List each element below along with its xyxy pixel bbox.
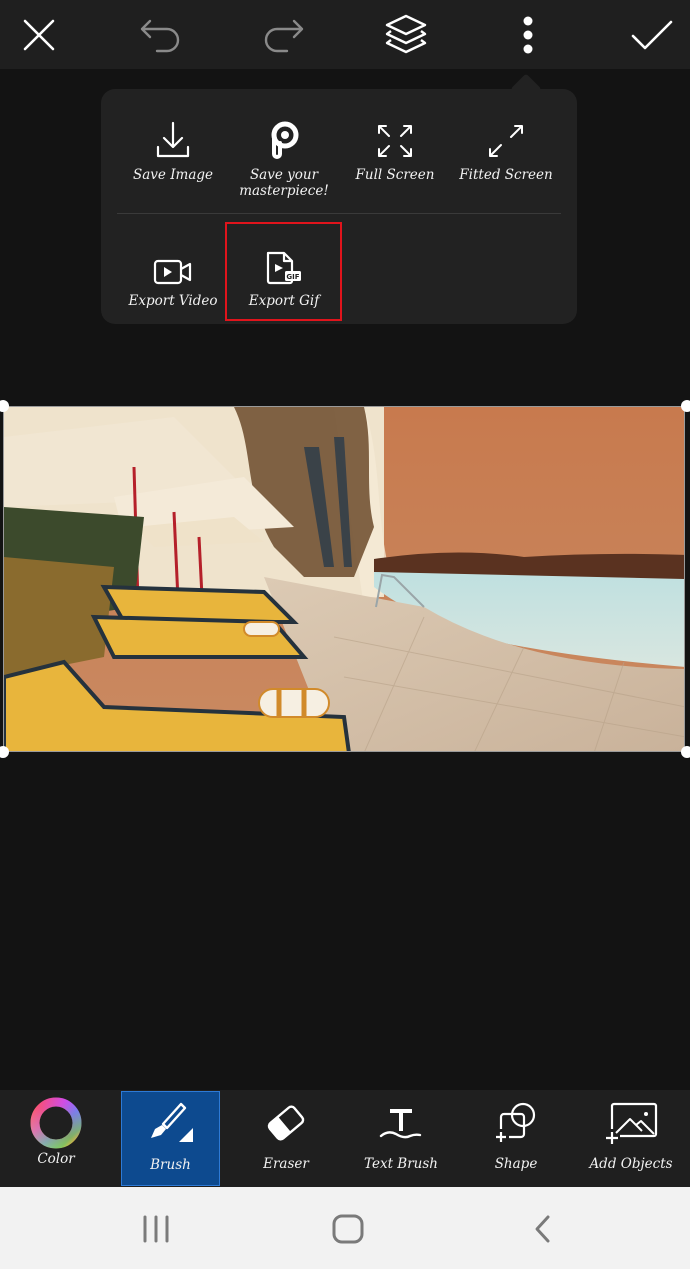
picsart-logo-icon: [271, 121, 299, 159]
recent-apps-icon: [143, 1215, 169, 1243]
layers-button[interactable]: [378, 10, 434, 60]
fullscreen-icon: [378, 125, 412, 157]
canvas-image[interactable]: [3, 406, 685, 752]
resize-handle-top-right[interactable]: [681, 400, 690, 412]
tool-add-objects[interactable]: Add Objects: [575, 1091, 687, 1186]
tool-eraser[interactable]: Eraser: [230, 1091, 342, 1186]
menu-item-label: Full Screen: [355, 167, 435, 183]
top-toolbar: [0, 0, 690, 69]
text-brush-icon: [379, 1109, 422, 1139]
recent-apps-button[interactable]: [126, 1207, 186, 1251]
redo-icon: [264, 19, 304, 53]
menu-item-full-screen[interactable]: Full Screen: [339, 111, 451, 183]
menu-item-export-video[interactable]: Export Video: [117, 237, 229, 309]
redo-button[interactable]: [255, 10, 311, 60]
back-icon: [535, 1215, 550, 1243]
more-options-button[interactable]: [500, 10, 556, 60]
more-vertical-icon: [523, 16, 533, 54]
resize-handle-bottom-left[interactable]: [0, 746, 9, 758]
add-image-icon: [606, 1102, 658, 1144]
tool-label: Add Objects: [589, 1156, 673, 1172]
system-nav-bar: [0, 1187, 690, 1269]
tool-text-brush[interactable]: Text Brush: [345, 1091, 457, 1186]
home-icon: [332, 1214, 364, 1244]
tool-shape[interactable]: Shape: [460, 1091, 572, 1186]
menu-item-label: Save Image: [132, 167, 214, 183]
checkmark-icon: [631, 20, 673, 50]
video-camera-icon: [153, 259, 192, 285]
back-button[interactable]: [512, 1207, 572, 1251]
menu-item-label: Save your masterpiece!: [239, 167, 329, 199]
menu-item-label: Fitted Screen: [459, 167, 553, 183]
brush-icon: [150, 1102, 193, 1142]
photo-artwork: [4, 407, 684, 751]
undo-icon: [140, 19, 180, 53]
eraser-icon: [267, 1105, 305, 1141]
undo-button[interactable]: [133, 10, 189, 60]
fit-screen-icon: [489, 125, 523, 157]
close-button[interactable]: [11, 10, 67, 60]
resize-handle-bottom-right[interactable]: [681, 746, 690, 758]
tool-bar: Color Brush Eraser Text Brush Shape Add …: [0, 1090, 690, 1187]
home-button[interactable]: [318, 1207, 378, 1251]
menu-divider: [117, 213, 561, 214]
tool-brush[interactable]: Brush: [121, 1091, 220, 1186]
tool-label: Eraser: [263, 1156, 309, 1172]
layers-icon: [385, 14, 427, 54]
highlight-box: [225, 222, 342, 321]
menu-item-fitted-screen[interactable]: Fitted Screen: [450, 111, 562, 183]
tool-label: Color: [37, 1151, 75, 1167]
tool-color[interactable]: Color: [0, 1091, 112, 1186]
tool-label: Text Brush: [364, 1156, 438, 1172]
download-icon: [156, 121, 190, 158]
menu-item-label: Export Video: [128, 293, 218, 309]
menu-item-save-image[interactable]: Save Image: [117, 111, 229, 183]
apply-button[interactable]: [624, 10, 680, 60]
shape-icon: [496, 1102, 536, 1142]
menu-item-save-masterpiece[interactable]: Save your masterpiece!: [228, 111, 340, 199]
tool-label: Shape: [494, 1156, 538, 1172]
tool-label: Brush: [150, 1157, 191, 1173]
color-wheel-icon: [30, 1097, 82, 1149]
close-icon: [23, 19, 55, 51]
